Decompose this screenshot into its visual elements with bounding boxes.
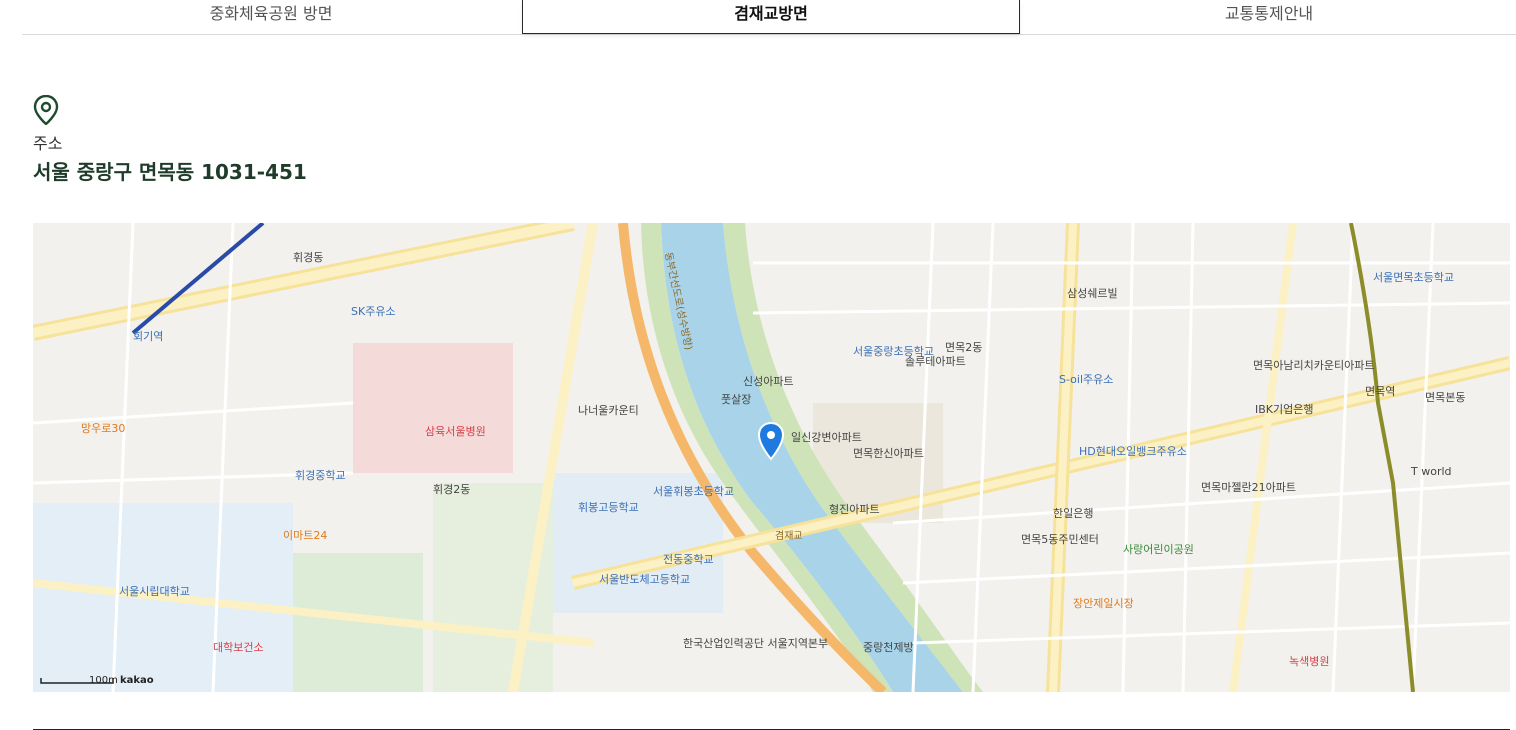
svg-text:100m: 100m [89, 675, 118, 686]
tab-traffic-control[interactable]: 교통통제안내 [1020, 0, 1516, 34]
map-label: 삼육서울병원 [425, 425, 486, 438]
address-value: 서울 중랑구 면목동 1031-451 [33, 160, 307, 184]
map-label: 면목5동주민센터 [1021, 533, 1099, 546]
kakao-logo: kakao [120, 675, 154, 686]
map-label: 겸재교 [775, 530, 803, 542]
map-label: 휘봉고등학교 [578, 501, 639, 514]
map-label: 망우로30 [81, 422, 125, 435]
map-label: 삼성쉐르빌 [1067, 287, 1118, 300]
map-label: 면목한신아파트 [853, 447, 924, 460]
tab-bar: 중화체육공원 방면 겸재교방면 교통통제안내 [22, 0, 1516, 35]
map-label: HD현대오일뱅크주유소 [1079, 444, 1187, 458]
map-label: 휘경중학교 [295, 469, 346, 482]
map-label: 회기역 [133, 330, 163, 343]
map-label: 일신강변아파트 [791, 430, 862, 444]
map-label: 한국산업인력공단 서울지역본부 [683, 637, 828, 650]
hospital-area [353, 343, 513, 473]
map-label: 나너울카운티 [578, 404, 639, 417]
map-label: 이마트24 [283, 529, 327, 542]
map-label: 녹색병원 [1289, 655, 1329, 668]
map-label: 솔루테아파트 [905, 355, 966, 368]
tab-junghwa-park[interactable]: 중화체육공원 방면 [22, 0, 520, 34]
map-label: 면목아남리치카운티아파트 [1253, 359, 1374, 372]
map-label: IBK기업은행 [1255, 403, 1313, 416]
map-label: 형진아파트 [829, 503, 880, 516]
map-label: 휘경동 [293, 251, 323, 264]
map-label: T world [1410, 465, 1452, 478]
map-label: 풋살장 [721, 393, 751, 406]
map-label: 신성아파트 [743, 375, 794, 388]
map-label: 대학보건소 [213, 641, 264, 654]
map-label: 전동중학교 [663, 553, 714, 566]
map-label: 휘경2동 [433, 483, 470, 496]
map-label: SK주유소 [351, 305, 396, 318]
map-label: 중랑천제방 [863, 640, 914, 654]
address-label: 주소 [33, 134, 63, 153]
map-label: 면목역 [1365, 385, 1395, 398]
map-canvas: 망우로30 회기역 휘경동 삼육서울병원 휘경2동 나너울카운티 휘봉고등학교 … [33, 223, 1510, 692]
tab-gyeomjaegyo[interactable]: 겸재교방면 [522, 0, 1020, 34]
map-label: 면목본동 [1425, 391, 1465, 404]
map-label: 면목마젤란21아파트 [1201, 481, 1296, 494]
map-label: 사랑어린이공원 [1123, 543, 1194, 556]
map-label: S-oil주유소 [1059, 373, 1113, 386]
map-label: 서울반도체고등학교 [599, 573, 690, 586]
map-label: 서울휘봉초등학교 [653, 485, 734, 498]
location-pin-icon [33, 94, 59, 126]
map-view[interactable]: 망우로30 회기역 휘경동 삼육서울병원 휘경2동 나너울카운티 휘봉고등학교 … [33, 223, 1510, 692]
map-label: 서울시립대학교 [119, 585, 190, 598]
map-label: 서울면목초등학교 [1373, 271, 1454, 284]
map-label: 장안제일시장 [1073, 596, 1134, 610]
map-label: 면목2동 [945, 341, 982, 354]
map-label: 한일은행 [1053, 506, 1093, 520]
